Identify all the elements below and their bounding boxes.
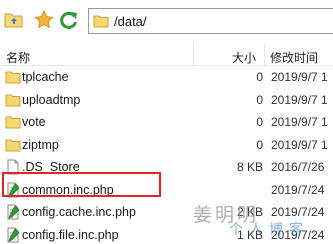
size-column-header[interactable]: 大小 bbox=[232, 49, 256, 66]
file-name: common.inc.php bbox=[22, 182, 114, 197]
file-size: 2 KB bbox=[236, 205, 263, 219]
folder-icon bbox=[5, 71, 21, 84]
file-name: config.cache.inc.php bbox=[22, 205, 136, 219]
list-item[interactable]: uploadtmp 0 2019/9/7 1 bbox=[0, 89, 333, 112]
modified-column-header[interactable]: 修改时间 bbox=[270, 49, 318, 66]
php-file-icon bbox=[7, 204, 20, 220]
column-separator[interactable] bbox=[264, 44, 265, 65]
file-size: 0 bbox=[256, 70, 263, 84]
file-name: ziptmp bbox=[22, 137, 59, 152]
php-file-icon bbox=[7, 182, 20, 197]
folder-icon bbox=[93, 15, 109, 28]
column-separator[interactable] bbox=[193, 44, 194, 65]
list-item[interactable]: common.inc.php 2019/7/24 bbox=[0, 179, 333, 202]
file-size: 8 KB bbox=[236, 160, 263, 174]
file-size: 0 bbox=[256, 115, 263, 129]
list-item[interactable]: vote 0 2019/9/7 1 bbox=[0, 111, 333, 134]
path-text: /data/ bbox=[114, 13, 147, 29]
folder-up-icon bbox=[4, 13, 23, 28]
file-list: tplcache 0 2019/9/7 1 uploadtmp 0 2019/9… bbox=[0, 66, 333, 244]
folder-icon bbox=[5, 139, 21, 151]
file-date: 2019/9/7 1 bbox=[271, 115, 328, 129]
file-name: uploadtmp bbox=[22, 92, 81, 107]
list-item[interactable]: ziptmp 0 2019/9/7 1 bbox=[0, 134, 333, 157]
refresh-icon bbox=[60, 11, 77, 29]
file-size: 0 bbox=[256, 137, 263, 152]
file-date: 2019/7/24 bbox=[271, 182, 325, 197]
folder-icon bbox=[5, 116, 21, 129]
file-icon bbox=[7, 159, 19, 175]
file-size: 1 KB bbox=[236, 227, 263, 242]
list-item[interactable]: tplcache 0 2019/9/7 1 bbox=[0, 66, 333, 89]
toolbar: /data/ bbox=[0, 0, 333, 42]
folder-up-button[interactable] bbox=[3, 9, 25, 31]
path-field[interactable]: /data/ bbox=[88, 8, 333, 34]
name-column-header[interactable]: 名称 bbox=[6, 49, 30, 66]
folder-icon bbox=[5, 94, 21, 106]
file-name: .DS_Store bbox=[22, 160, 80, 174]
php-file-icon bbox=[7, 227, 20, 242]
file-date: 2019/7/24 bbox=[271, 205, 325, 219]
file-name: vote bbox=[22, 115, 46, 129]
list-item[interactable]: config.cache.inc.php 2 KB 2019/7/24 bbox=[0, 201, 333, 224]
file-name: tplcache bbox=[22, 70, 69, 84]
favorites-button[interactable] bbox=[33, 9, 55, 31]
list-item[interactable]: .DS_Store 8 KB 2016/7/26 bbox=[0, 156, 333, 179]
star-icon bbox=[34, 10, 54, 29]
refresh-button[interactable] bbox=[58, 9, 80, 31]
file-date: 2019/9/7 1 bbox=[271, 137, 328, 152]
file-date: 2019/9/7 1 bbox=[271, 70, 328, 84]
file-name: config.file.inc.php bbox=[22, 227, 119, 242]
file-date: 2019/7/24 bbox=[271, 227, 325, 242]
file-date: 2016/7/26 bbox=[271, 160, 325, 174]
list-item[interactable]: config.file.inc.php 1 KB 2019/7/24 bbox=[0, 224, 333, 244]
file-date: 2019/9/7 1 bbox=[271, 92, 328, 107]
column-header: 名称 大小 修改时间 bbox=[0, 44, 333, 66]
file-size: 0 bbox=[256, 92, 263, 107]
